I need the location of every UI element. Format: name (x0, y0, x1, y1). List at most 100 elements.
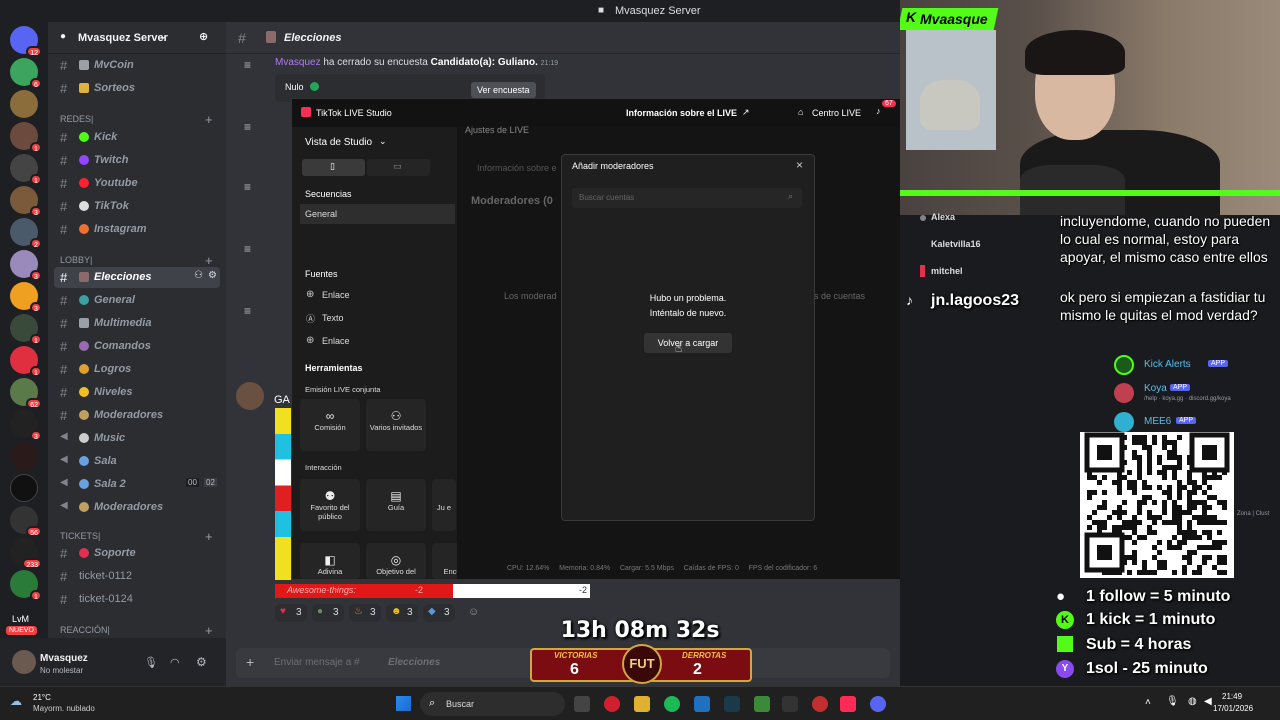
server-icon[interactable]: 1 (10, 154, 42, 185)
folder-icon[interactable] (634, 696, 650, 712)
invite-icon[interactable]: ⚇ (194, 270, 203, 281)
spotify-icon[interactable] (664, 696, 680, 712)
settings-tab[interactable]: Información sobre e (477, 163, 557, 173)
category-redes[interactable]: REDES| + (60, 112, 213, 127)
reaction-fire[interactable]: ♨ 3 (349, 604, 381, 622)
reaction-custom[interactable]: ◆ 3 (423, 604, 455, 622)
channel-multimedia[interactable]: # Multimedia (54, 313, 220, 334)
multi-guest-tool[interactable]: ⚇ Varios invitados (366, 399, 426, 451)
member-name[interactable]: mitchel (931, 266, 963, 276)
kick-alerts-avatar[interactable] (1114, 355, 1134, 375)
server-icon[interactable]: 2 (10, 218, 42, 249)
gear-icon[interactable]: ⚙ (208, 270, 217, 281)
game-tool[interactable]: Ju e (432, 479, 456, 531)
voice-channel-sala[interactable]: ◀ Sala (54, 451, 220, 472)
server-icon[interactable]: 62 (10, 378, 42, 409)
bot-name[interactable]: MEE6 (1144, 416, 1171, 427)
channel-twitch[interactable]: # Twitch (54, 150, 220, 171)
category-tickets[interactable]: TICKETS| + (60, 529, 213, 544)
channel-ticket-0112[interactable]: # ticket-0112 (54, 566, 220, 587)
reaction-heart[interactable]: ♥ 3 (275, 604, 307, 622)
task-view-icon[interactable] (574, 696, 590, 712)
channel-general[interactable]: # General (54, 290, 220, 311)
commission-tool[interactable]: ∞ Comisión (300, 399, 360, 451)
server-icon[interactable]: 1 (10, 314, 42, 345)
add-member-icon[interactable]: ⊕ (199, 30, 208, 43)
server-icon[interactable]: 1 (10, 122, 42, 153)
dm-home-icon[interactable]: 12 (10, 26, 42, 57)
channel-tiktok[interactable]: # TikTok (54, 196, 220, 217)
headphones-icon[interactable]: ◠ (170, 656, 180, 669)
add-reaction-icon[interactable]: ☺ (468, 606, 479, 618)
goal-tool[interactable]: ◎ Objetivo del (366, 543, 426, 579)
server-label[interactable]: LvM (12, 614, 29, 624)
server-icon[interactable] (10, 474, 38, 502)
chevron-up-icon[interactable]: ˄ (1145, 697, 1151, 708)
add-attachment-icon[interactable]: + (246, 654, 254, 670)
taskbar-search[interactable]: ⌕ Buscar (420, 692, 565, 716)
channel-niveles[interactable]: # Niveles (54, 382, 220, 403)
reload-button[interactable]: Volver a cargar (644, 333, 732, 353)
add-channel-icon[interactable]: + (205, 253, 213, 268)
server-icon[interactable]: 6 (10, 58, 42, 89)
clock-time[interactable]: 21:49 (1222, 692, 1242, 701)
server-icon[interactable]: 3 (10, 250, 42, 281)
voice-channel-music[interactable]: ◀ Music (54, 428, 220, 449)
avatar[interactable] (12, 650, 36, 674)
server-icon[interactable] (10, 90, 38, 118)
discord-icon[interactable] (870, 696, 886, 712)
source-link[interactable]: Enlace (322, 290, 350, 300)
server-icon[interactable]: 1 (10, 570, 42, 601)
source-text[interactable]: Texto (322, 313, 344, 323)
server-icon[interactable] (10, 442, 38, 470)
channel-ticket-0124[interactable]: # ticket-0124 (54, 589, 220, 610)
channel-kick[interactable]: # Kick (54, 127, 220, 148)
channel-elecciones[interactable]: # Elecciones ⚇ ⚙ (54, 267, 220, 288)
guess-tool[interactable]: ◧ Adivina (300, 543, 360, 579)
server-icon[interactable]: 56 (10, 506, 42, 537)
channel-mvcoin[interactable]: # MvCoin (54, 55, 220, 76)
share-icon[interactable]: ↗ (742, 107, 750, 118)
network-icon[interactable]: ◍ (1188, 696, 1197, 707)
channel-comandos[interactable]: # Comandos (54, 336, 220, 357)
avatar[interactable] (236, 382, 264, 410)
channel-soporte[interactable]: # Soporte (54, 543, 220, 564)
live-info-link[interactable]: Información sobre el LIVE (626, 108, 737, 118)
weather-temp[interactable]: 21°C (33, 693, 51, 702)
close-icon[interactable]: × (796, 158, 803, 172)
server-icon[interactable]: 233 (10, 538, 42, 569)
koya-avatar[interactable] (1114, 383, 1134, 403)
channel-moderadores[interactable]: # Moderadores (54, 405, 220, 426)
channel-logros[interactable]: # Logros (54, 359, 220, 380)
add-channel-icon[interactable]: + (205, 112, 213, 127)
server-icon[interactable]: 3 (10, 282, 42, 313)
category-lobby[interactable]: LOBBY| + (60, 253, 213, 268)
server-header[interactable]: ● Mvasquez Server ⌄ ⊕ (48, 22, 226, 54)
live-center-link[interactable]: Centro LIVE (812, 108, 861, 118)
audience-favorite-tool[interactable]: ⚉ Favorito del público (300, 479, 360, 531)
volume-icon[interactable]: ◀ (1204, 696, 1212, 707)
voice-channel-moderadores[interactable]: ◀ Moderadores (54, 497, 220, 518)
microphone-icon[interactable]: 🎙 (144, 656, 158, 669)
app-icon[interactable] (812, 696, 828, 712)
member-name[interactable]: Alexa (931, 212, 955, 222)
server-icon[interactable]: 3 (10, 410, 42, 441)
add-channel-icon[interactable]: + (205, 529, 213, 544)
mee6-avatar[interactable] (1114, 412, 1134, 432)
add-channel-icon[interactable]: + (205, 623, 213, 638)
windows-start-icon[interactable] (396, 696, 411, 711)
bot-name[interactable]: Kick Alerts (1144, 359, 1191, 370)
landscape-view-toggle[interactable]: ▭ (367, 159, 430, 176)
app-icon[interactable] (754, 696, 770, 712)
bell-icon[interactable]: ♪ (876, 106, 881, 116)
clock-date[interactable]: 17/01/2026 (1213, 704, 1253, 713)
studio-view-dropdown[interactable]: Vista de Studio (305, 137, 372, 148)
opera-icon[interactable] (604, 696, 620, 712)
terminal-icon[interactable] (782, 696, 798, 712)
bot-name[interactable]: Koya (1144, 383, 1167, 394)
search-input[interactable]: Buscar cuentas ⌕ (572, 188, 802, 208)
source-link[interactable]: Enlace (322, 336, 350, 346)
portrait-view-toggle[interactable]: ▯ (302, 159, 365, 176)
server-icon[interactable]: 1 (10, 346, 42, 377)
weather-desc[interactable]: Mayorm. nublado (33, 704, 95, 713)
